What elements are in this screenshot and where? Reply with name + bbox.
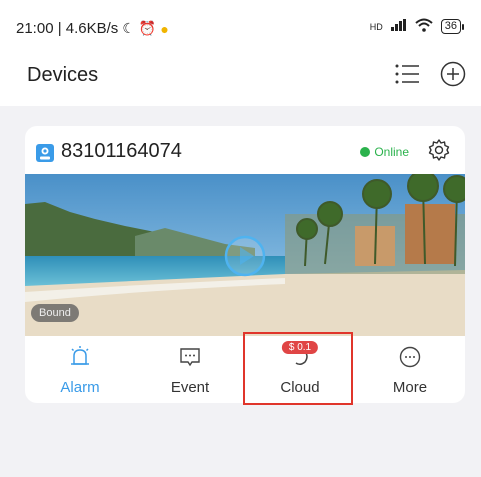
page-title: Devices [27, 64, 99, 86]
event-action[interactable]: Event [135, 338, 245, 402]
online-status-label: Online [374, 145, 409, 159]
online-status: Online [360, 145, 409, 159]
event-label: Event [170, 379, 210, 396]
more-label: More [392, 379, 428, 396]
list-view-icon[interactable] [393, 60, 421, 88]
alarm-bell-icon [68, 346, 92, 373]
status-bar: 21:00 | 4.6KB/s ☾ ⏰ ● [16, 20, 169, 37]
device-actions: Alarm Event $ 0.1 Cloud More [25, 338, 465, 402]
network-label: HD [369, 21, 383, 32]
alarm-label: Alarm [60, 379, 100, 396]
device-card: 83101164074 Online Bound Alarm Event $ 0… [25, 126, 465, 403]
top-bar: 21:00 | 4.6KB/s ☾ ⏰ ● HD 36 Devices [0, 0, 481, 106]
add-device-icon[interactable] [439, 60, 467, 88]
alarm-action[interactable]: Alarm [25, 338, 135, 402]
bound-badge: Bound [31, 304, 79, 322]
more-action[interactable]: More [355, 338, 465, 402]
cloud-action[interactable]: $ 0.1 Cloud [245, 338, 355, 402]
device-card-header: 83101164074 Online [25, 126, 465, 174]
device-id[interactable]: 83101164074 [61, 140, 182, 163]
online-dot-icon [360, 147, 371, 157]
app-notification-icon: ● [160, 20, 169, 37]
camera-device-icon [35, 143, 55, 168]
wifi-icon [415, 18, 433, 35]
settings-gear-icon[interactable] [427, 138, 451, 167]
cloud-price-badge: $ 0.1 [281, 341, 319, 354]
alarm-clock-icon: ⏰ [138, 20, 157, 36]
battery-indicator: 36 [440, 19, 465, 34]
event-message-icon [178, 346, 202, 373]
camera-preview[interactable]: Bound [25, 174, 465, 336]
moon-icon: ☾ [122, 20, 135, 36]
status-right: HD 36 [369, 18, 465, 35]
signal-icon [390, 19, 407, 34]
more-icon [398, 346, 422, 373]
cloud-label: Cloud [280, 379, 320, 396]
status-time-speed: 21:00 | 4.6KB/s [16, 20, 119, 37]
play-button[interactable] [223, 234, 267, 278]
